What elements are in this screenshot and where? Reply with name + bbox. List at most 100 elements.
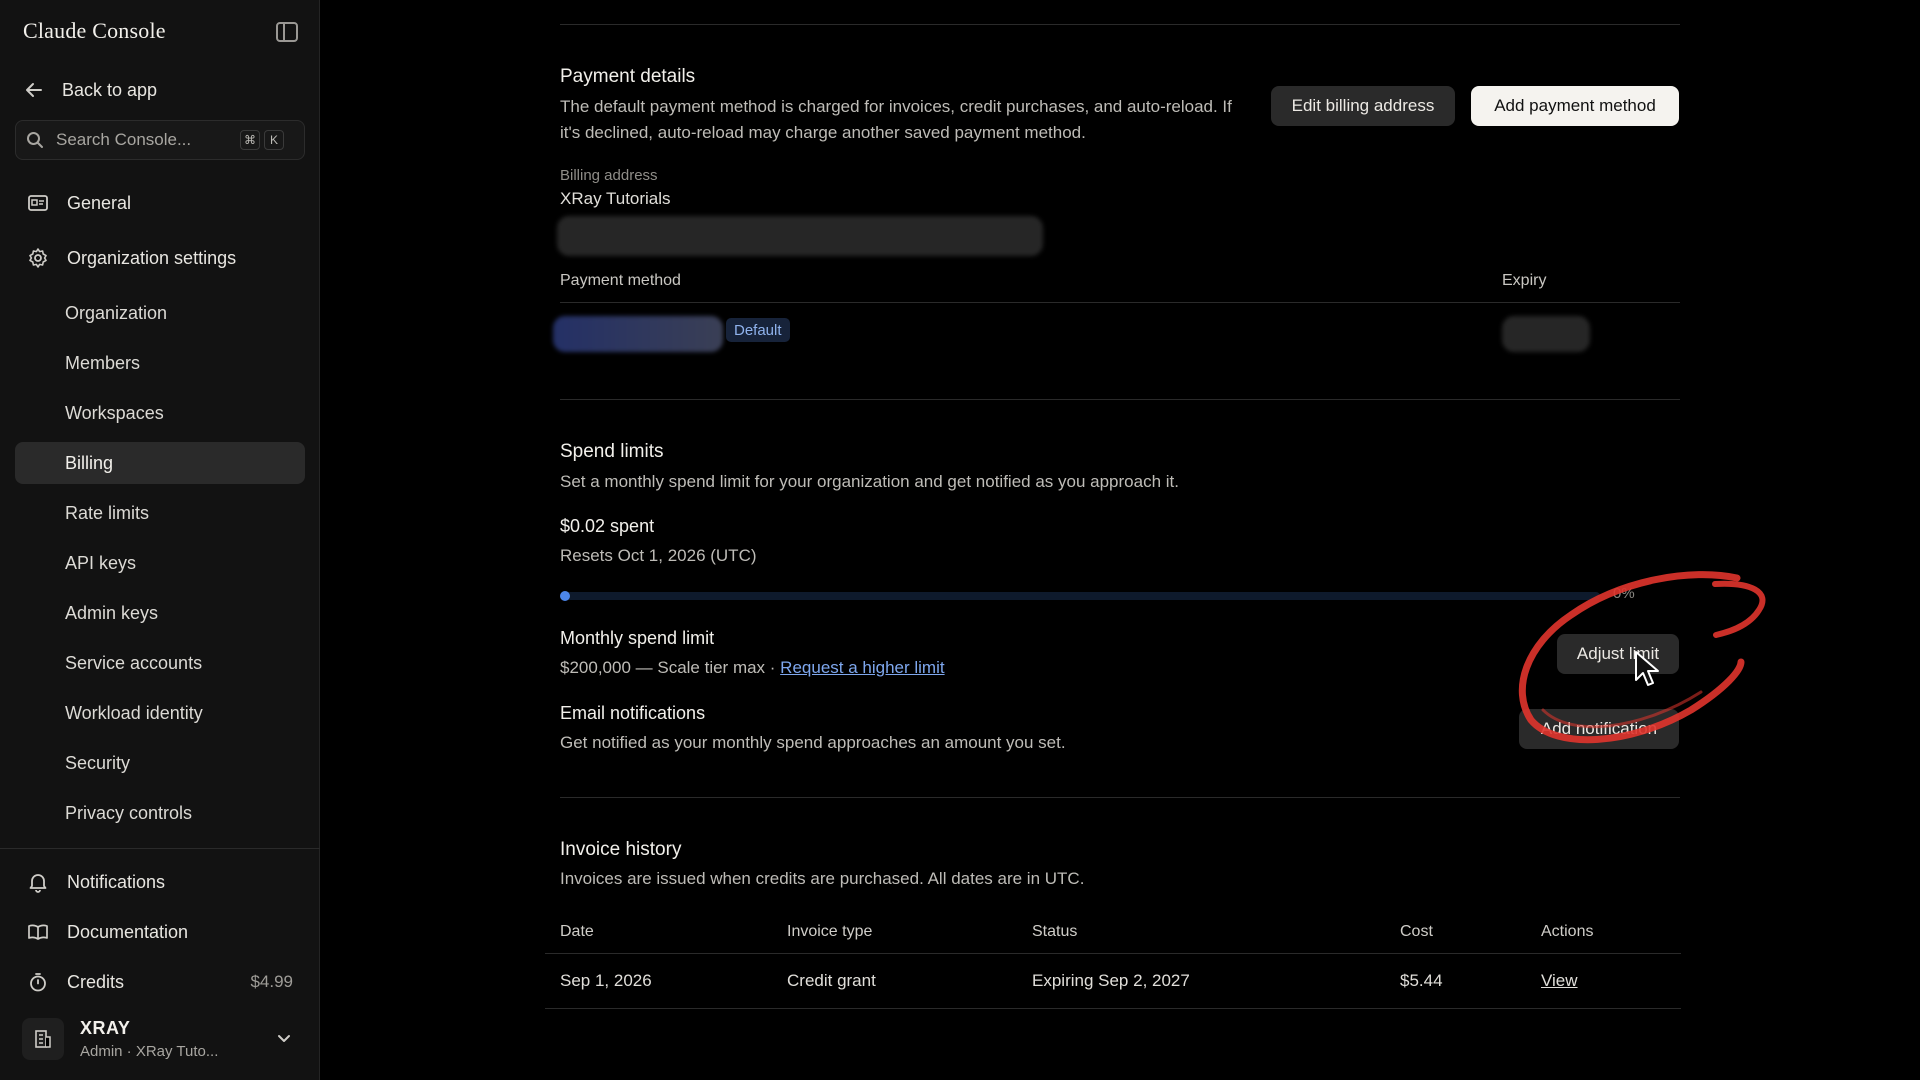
search-box[interactable]: ⌘ K	[15, 120, 305, 160]
payment-details-title: Payment details	[560, 66, 696, 87]
search-icon	[27, 132, 43, 148]
sidebar-item-label: Members	[65, 352, 141, 373]
invoice-history-description: Invoices are issued when credits are pur…	[560, 869, 1085, 888]
amount-spent: $0.02 spent	[560, 516, 655, 536]
sidebar-item-label: General	[67, 192, 132, 213]
sidebar-item-documentation[interactable]: Documentation	[15, 911, 305, 953]
sidebar-toggle-icon[interactable]	[276, 22, 298, 42]
sidebar-item-label: Organization settings	[67, 247, 237, 268]
sidebar-item-label: Workload identity	[65, 702, 203, 723]
sidebar-item-label: Documentation	[67, 921, 189, 942]
sidebar-item-organization-settings[interactable]: Organization settings	[15, 237, 305, 279]
sidebar-item-label: API keys	[65, 552, 137, 573]
sidebar-item-label: Billing	[65, 452, 114, 473]
spend-limits-description: Set a monthly spend limit for your organ…	[560, 472, 1179, 491]
redacted-card	[553, 316, 723, 352]
column-header-status: Status	[1032, 923, 1078, 940]
sidebar-item-label: Rate limits	[65, 502, 150, 523]
sidebar-item-security[interactable]: Security	[15, 742, 305, 784]
expiry-column-header: Expiry	[1502, 272, 1547, 289]
avatar	[22, 1018, 64, 1060]
sidebar: Claude Console Back to app ⌘ K General O…	[0, 0, 320, 1080]
org-name: XRAY	[80, 1018, 131, 1038]
sidebar-item-label: Admin keys	[65, 602, 159, 623]
sidebar-item-label: Workspaces	[65, 402, 164, 423]
book-icon	[28, 924, 48, 940]
id-card-icon	[28, 195, 48, 211]
org-role: Admin · XRay Tuto...	[80, 1043, 219, 1060]
sidebar-item-organization[interactable]: Organization	[15, 292, 305, 334]
divider	[560, 797, 1680, 798]
sidebar-item-privacy-controls[interactable]: Privacy controls	[15, 792, 305, 834]
redacted-address	[557, 216, 1043, 256]
divider	[545, 953, 1681, 954]
sidebar-divider	[0, 848, 320, 849]
gear-icon	[29, 248, 47, 268]
monthly-limit-text: $200,000 — Scale tier max ·	[560, 658, 781, 677]
credits-balance: $4.99	[250, 972, 293, 991]
sidebar-item-rate-limits[interactable]: Rate limits	[15, 492, 305, 534]
chevron-down-icon	[278, 1035, 290, 1042]
view-invoice-link[interactable]: View	[1541, 971, 1578, 991]
invoice-cost: $5.44	[1400, 971, 1443, 990]
bell-icon	[29, 874, 47, 893]
sidebar-item-workload-identity[interactable]: Workload identity	[15, 692, 305, 734]
sidebar-item-label: Privacy controls	[65, 802, 193, 823]
back-to-app-label: Back to app	[62, 79, 158, 100]
column-header-invoice-type: Invoice type	[787, 923, 873, 940]
stopwatch-icon	[30, 973, 46, 992]
billing-address-label: Billing address	[560, 167, 658, 184]
sidebar-item-general[interactable]: General	[15, 182, 305, 224]
divider	[560, 399, 1680, 400]
add-payment-method-button[interactable]: Add payment method	[1471, 86, 1679, 126]
divider	[560, 24, 1680, 25]
default-badge: Default	[726, 318, 790, 342]
invoice-status: Expiring Sep 2, 2027	[1032, 971, 1190, 990]
shortcut-k-key: K	[264, 130, 284, 150]
brand-logo: Claude Console	[23, 18, 166, 43]
invoice-date: Sep 1, 2026	[560, 971, 652, 990]
sidebar-item-workspaces[interactable]: Workspaces	[15, 392, 305, 434]
sidebar-item-billing[interactable]: Billing	[15, 442, 305, 484]
mouse-cursor-icon	[1635, 651, 1659, 686]
spend-progress-marker	[560, 591, 570, 601]
sidebar-item-credits[interactable]: Credits $4.99	[15, 961, 305, 1003]
column-header-cost: Cost	[1400, 923, 1433, 940]
spend-limits-title: Spend limits	[560, 441, 664, 462]
payment-details-description: The default payment method is charged fo…	[560, 97, 1232, 142]
edit-billing-address-button[interactable]: Edit billing address	[1271, 86, 1455, 126]
arrow-left-icon	[26, 83, 42, 97]
spend-progress-bar	[560, 591, 1600, 601]
monthly-spend-limit-title: Monthly spend limit	[560, 628, 715, 648]
redacted-expiry	[1502, 316, 1590, 352]
sidebar-item-label: Organization	[65, 302, 168, 323]
sidebar-item-label: Notifications	[67, 871, 166, 892]
sidebar-item-label: Security	[65, 752, 131, 773]
email-notifications-title: Email notifications	[560, 703, 706, 723]
org-switcher[interactable]: XRAY Admin · XRay Tuto...	[22, 1014, 302, 1064]
column-header-actions: Actions	[1541, 923, 1594, 940]
sidebar-item-notifications[interactable]: Notifications	[15, 861, 305, 903]
sidebar-item-admin-keys[interactable]: Admin keys	[15, 592, 305, 634]
shortcut-cmd-key: ⌘	[240, 130, 260, 150]
search-input[interactable]	[56, 130, 236, 150]
payment-method-column-header: Payment method	[560, 272, 681, 289]
main-content: Payment details The default payment meth…	[321, 0, 1920, 1080]
billing-address-name: XRay Tutorials	[560, 189, 671, 208]
divider	[560, 302, 1680, 303]
monthly-spend-limit-value: $200,000 — Scale tier max · Request a hi…	[560, 655, 945, 681]
sidebar-item-label: Credits	[67, 971, 125, 992]
sidebar-item-label: Service accounts	[65, 652, 203, 673]
building-icon	[35, 1030, 51, 1048]
back-to-app-link[interactable]: Back to app	[24, 76, 157, 104]
sidebar-item-api-keys[interactable]: API keys	[15, 542, 305, 584]
invoice-history-title: Invoice history	[560, 839, 682, 860]
sidebar-item-service-accounts[interactable]: Service accounts	[15, 642, 305, 684]
invoice-type: Credit grant	[787, 971, 876, 990]
divider	[545, 1008, 1681, 1009]
sidebar-item-members[interactable]: Members	[15, 342, 305, 384]
reset-date: Resets Oct 1, 2026 (UTC)	[560, 546, 757, 565]
email-notifications-description: Get notified as your monthly spend appro…	[560, 733, 1066, 752]
column-header-date: Date	[560, 923, 594, 940]
request-higher-limit-link[interactable]: Request a higher limit	[780, 658, 944, 677]
